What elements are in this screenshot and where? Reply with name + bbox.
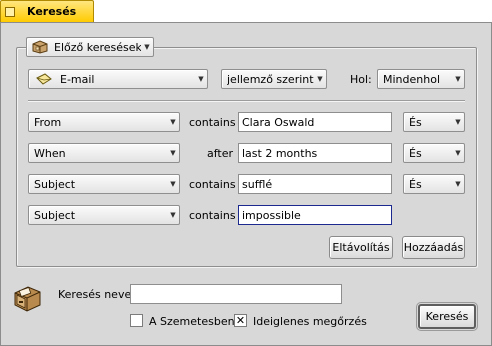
conjunction-menu-label: És bbox=[409, 177, 422, 191]
chevron-down-icon: ▼ bbox=[455, 75, 461, 83]
conjunction-menu-label: És bbox=[409, 115, 422, 129]
chevron-down-icon: ▼ bbox=[144, 43, 150, 51]
value-field[interactable]: sufflé bbox=[238, 174, 392, 194]
search-name-label: Keresés neve: bbox=[58, 288, 135, 301]
separator bbox=[28, 100, 465, 102]
trash-checkbox[interactable] bbox=[130, 314, 143, 327]
operator-label: contains bbox=[189, 116, 236, 129]
attribute-menu-label: Subject bbox=[34, 208, 76, 222]
close-box-icon[interactable] bbox=[5, 6, 15, 17]
chevron-down-icon: ▼ bbox=[455, 149, 461, 157]
conjunction-menu[interactable]: És ▼ bbox=[403, 143, 465, 163]
value-text: sufflé bbox=[242, 177, 273, 191]
value-text: last 2 months bbox=[242, 146, 318, 160]
type-menu-label: E-mail bbox=[60, 72, 95, 86]
where-menu[interactable]: Mindenhol ▼ bbox=[377, 69, 465, 89]
temporary-label: Ideiglenes megőrzés bbox=[253, 315, 367, 328]
add-button-label: Hozzáadás bbox=[403, 241, 464, 254]
attribute-menu[interactable]: From ▼ bbox=[28, 112, 180, 132]
operator-label: contains bbox=[189, 178, 236, 191]
attribute-menu-label: From bbox=[34, 115, 62, 129]
recent-searches-label: Előző keresések bbox=[54, 40, 141, 54]
chevron-down-icon: ▼ bbox=[170, 149, 176, 157]
search-name-input[interactable] bbox=[130, 284, 342, 304]
search-button[interactable]: Keresés bbox=[416, 302, 478, 331]
chevron-down-icon: ▼ bbox=[170, 211, 176, 219]
remove-button[interactable]: Eltávolítás bbox=[329, 236, 393, 259]
value-field[interactable]: impossible bbox=[238, 205, 392, 225]
email-icon bbox=[36, 73, 52, 85]
mode-menu-label: jellemző szerint bbox=[227, 72, 314, 86]
chevron-down-icon: ▼ bbox=[455, 180, 461, 188]
chevron-down-icon: ▼ bbox=[170, 118, 176, 126]
trash-label: A Szemetesben is bbox=[149, 315, 247, 328]
recent-searches-menu[interactable]: Előző keresések ▼ bbox=[26, 37, 154, 57]
attribute-menu-label: When bbox=[34, 146, 66, 160]
file-cabinet-icon bbox=[12, 283, 42, 313]
remove-button-label: Eltávolítás bbox=[332, 241, 390, 254]
operator-label: contains bbox=[189, 209, 236, 222]
where-label: Hol: bbox=[350, 73, 372, 86]
chevron-down-icon: ▼ bbox=[170, 180, 176, 188]
add-button[interactable]: Hozzáadás bbox=[402, 236, 465, 259]
folder-icon bbox=[32, 40, 48, 54]
conjunction-menu[interactable]: És ▼ bbox=[403, 112, 465, 132]
attribute-menu[interactable]: Subject ▼ bbox=[28, 205, 180, 225]
conjunction-menu-label: És bbox=[409, 146, 422, 160]
value-text: Clara Oswald bbox=[242, 115, 315, 129]
where-menu-label: Mindenhol bbox=[383, 72, 440, 86]
attribute-menu[interactable]: When ▼ bbox=[28, 143, 180, 163]
value-field[interactable]: Clara Oswald bbox=[238, 112, 392, 132]
mode-menu[interactable]: jellemző szerint ▼ bbox=[221, 69, 327, 89]
search-button-label: Keresés bbox=[425, 310, 469, 323]
chevron-down-icon: ▼ bbox=[317, 75, 323, 83]
chevron-down-icon: ▼ bbox=[198, 75, 204, 83]
chevron-down-icon: ▼ bbox=[455, 118, 461, 126]
conjunction-menu[interactable]: És ▼ bbox=[403, 174, 465, 194]
operator-label: after bbox=[207, 147, 234, 160]
temporary-checkbox[interactable]: ✕ bbox=[234, 314, 247, 327]
type-menu[interactable]: E-mail ▼ bbox=[28, 69, 208, 89]
window-title: Keresés bbox=[27, 5, 77, 18]
attribute-menu-label: Subject bbox=[34, 177, 76, 191]
attribute-menu[interactable]: Subject ▼ bbox=[28, 174, 180, 194]
window-tab[interactable]: Keresés bbox=[0, 0, 94, 22]
value-text: impossible bbox=[242, 208, 301, 222]
value-field[interactable]: last 2 months bbox=[238, 143, 392, 163]
checkmark-x-icon: ✕ bbox=[235, 314, 246, 327]
